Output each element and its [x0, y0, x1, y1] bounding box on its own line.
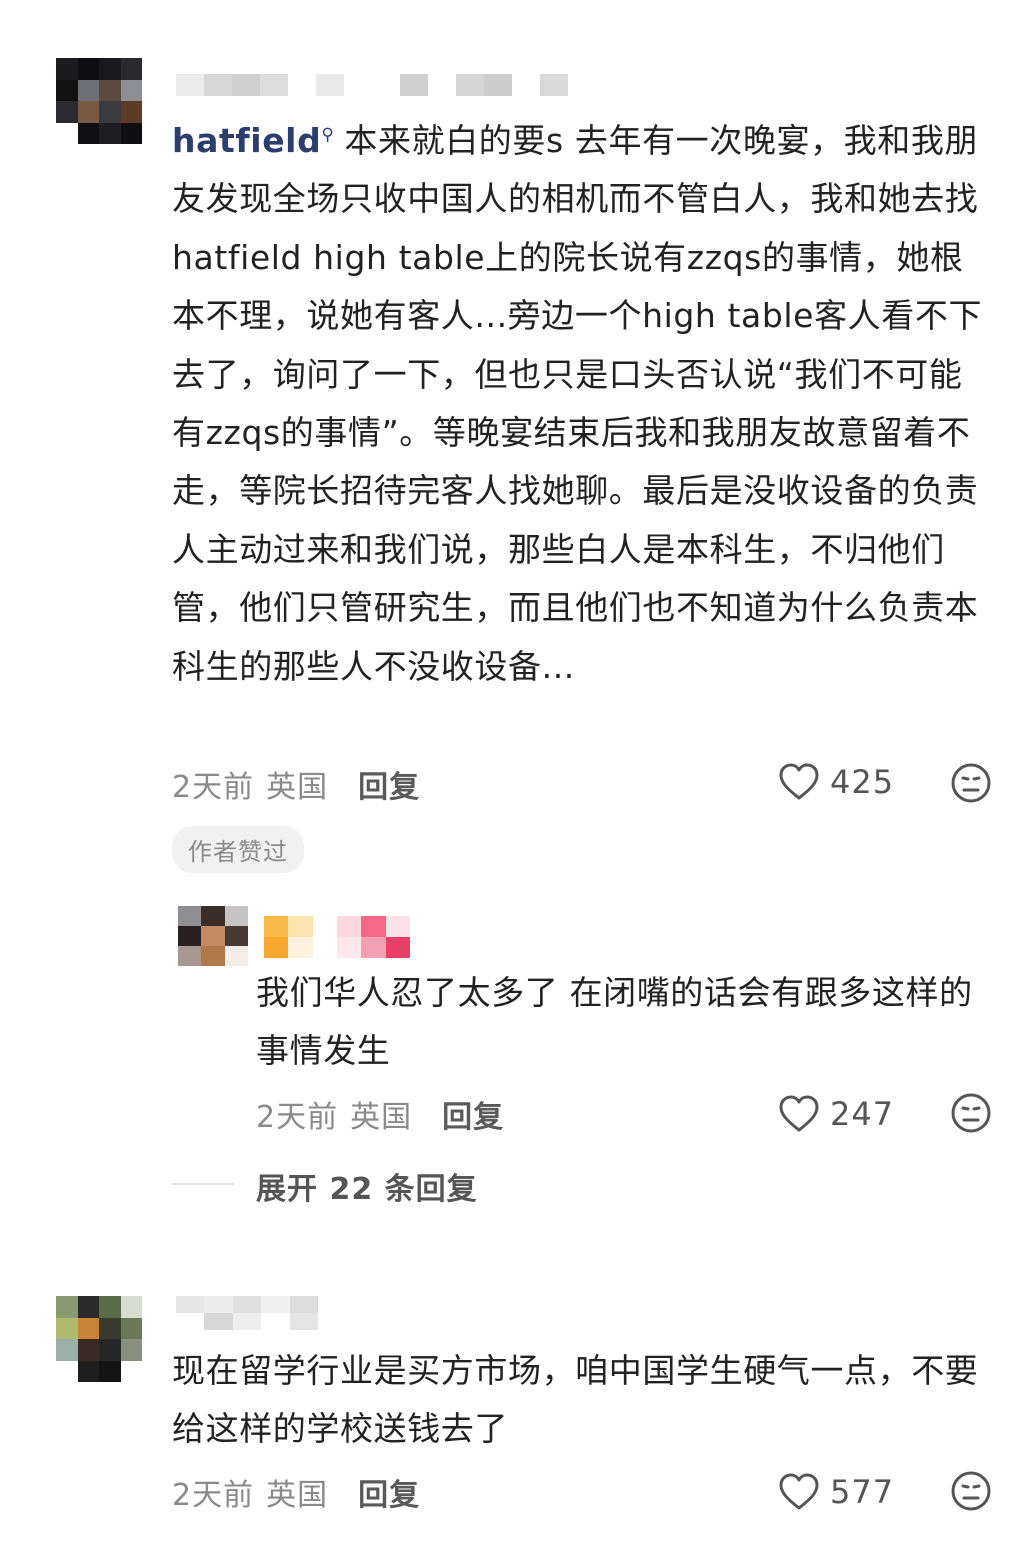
- comment-text: 现在留学行业是买方市场，咱中国学生硬气一点，不要给这样的学校送钱去了: [172, 1351, 979, 1449]
- topic-link[interactable]: hatfield: [172, 121, 321, 160]
- like-button[interactable]: 425: [778, 762, 894, 802]
- reply-meta: 2天前 英国 回复: [256, 1092, 504, 1136]
- avatar[interactable]: [56, 58, 142, 144]
- like-button[interactable]: 247: [778, 1094, 894, 1134]
- like-count: 425: [830, 763, 895, 801]
- reply-button[interactable]: 回复: [358, 1478, 420, 1513]
- search-icon: ⚲: [321, 125, 335, 145]
- username[interactable]: [176, 74, 568, 96]
- heart-outline-icon: [778, 1094, 820, 1134]
- timestamp: 2天前: [256, 1100, 339, 1135]
- location: 英国: [266, 770, 329, 805]
- timestamp: 2天前: [172, 770, 255, 805]
- heart-outline-icon: [778, 762, 820, 802]
- location: 英国: [350, 1100, 413, 1135]
- like-count: 247: [830, 1095, 895, 1133]
- expand-divider: [172, 1183, 234, 1185]
- expand-replies-button[interactable]: 展开 22 条回复: [256, 1164, 478, 1208]
- location: 英国: [266, 1478, 329, 1513]
- like-button[interactable]: 577: [778, 1472, 894, 1512]
- avatar[interactable]: [178, 906, 248, 966]
- username[interactable]: [264, 916, 410, 958]
- comment-meta: 2天前 英国 回复: [172, 1470, 420, 1514]
- reply-button[interactable]: 回复: [358, 770, 420, 805]
- reply-button[interactable]: 回复: [442, 1100, 504, 1135]
- reply-text: 我们华人忍了太多了 在闭嘴的话会有跟多这样的事情发生: [256, 973, 973, 1070]
- neutral-face-icon[interactable]: [950, 1470, 992, 1512]
- username[interactable]: [176, 1296, 318, 1330]
- comment-text: hatfield⚲ 本来就白的要s 去年有一次晚宴，我和我朋友发现全场只收中国人的…: [172, 121, 983, 686]
- avatar[interactable]: [56, 1296, 142, 1382]
- timestamp: 2天前: [172, 1478, 255, 1513]
- neutral-face-icon[interactable]: [950, 762, 992, 804]
- comment-meta: 2天前 英国 回复: [172, 762, 420, 806]
- neutral-face-icon[interactable]: [950, 1092, 992, 1134]
- like-count: 577: [830, 1473, 895, 1511]
- author-liked-badge: 作者赞过: [172, 826, 304, 873]
- heart-outline-icon: [778, 1472, 820, 1512]
